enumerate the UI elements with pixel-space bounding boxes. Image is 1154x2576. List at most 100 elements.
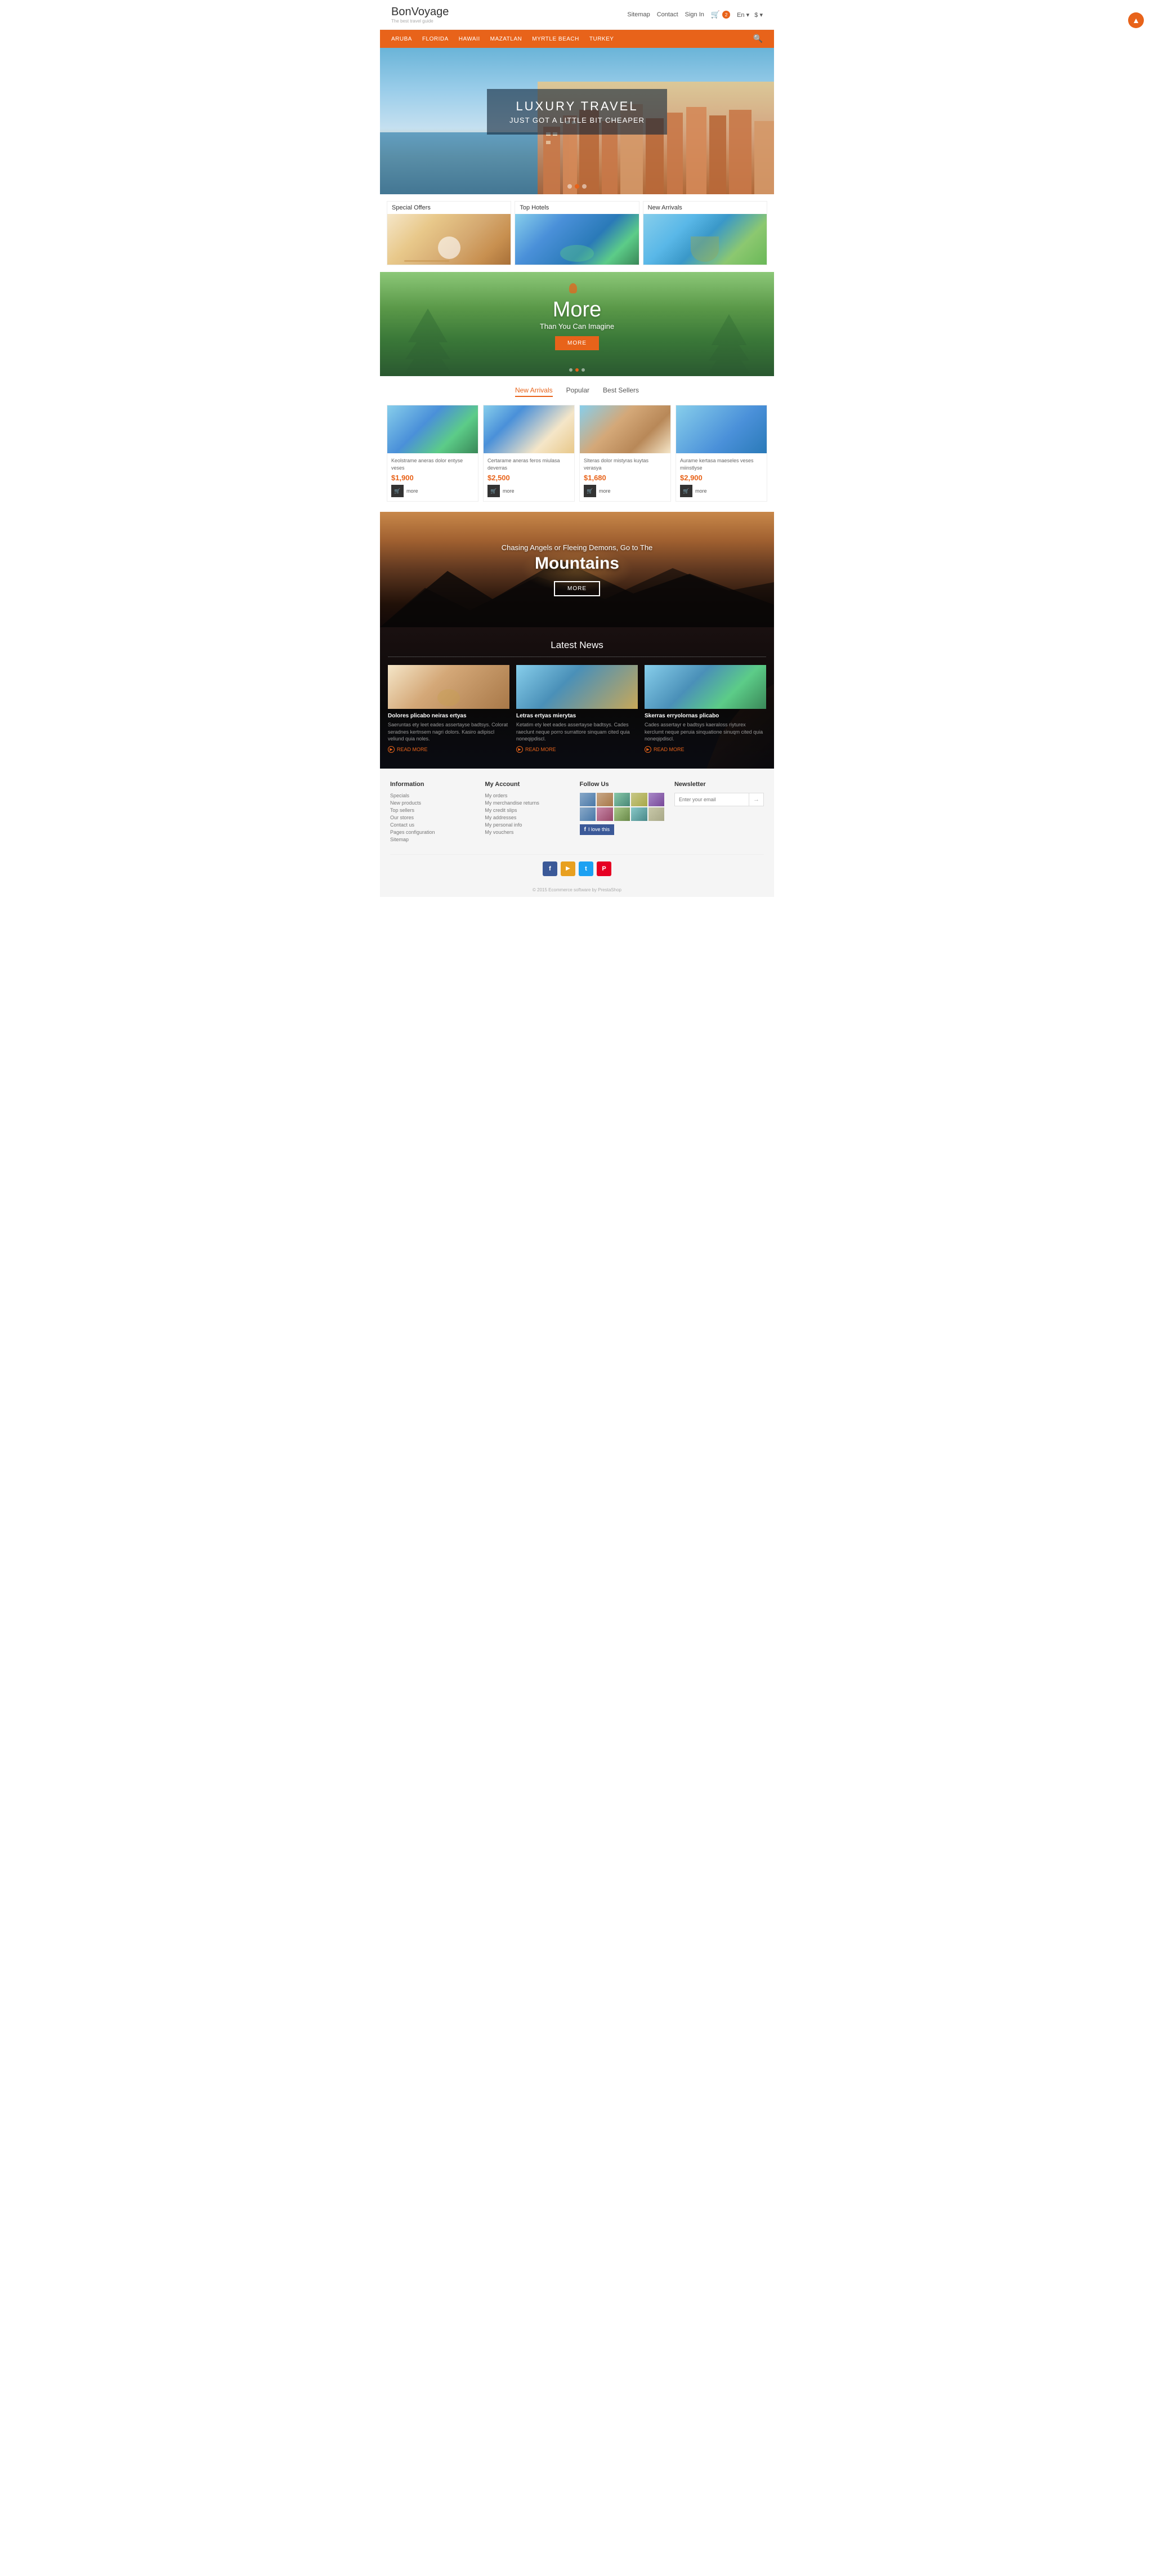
more-banner: More Than You Can Imagine MORE xyxy=(380,272,774,376)
product-card-3: Slteras dolor mistyras kuytas verasya $1… xyxy=(579,405,671,502)
footer-link-pages-config[interactable]: Pages configuration xyxy=(390,829,475,835)
news-card-text-3: Cades assertayr e badtsys kaeraloss riyt… xyxy=(645,721,766,743)
category-new-arrivals-img xyxy=(643,214,767,265)
footer-info-heading: Information xyxy=(390,781,475,788)
social-pinterest[interactable]: P xyxy=(597,861,611,876)
products-section: New Arrivals Popular Best Sellers Keolst… xyxy=(380,376,774,512)
footer-link-vouchers[interactable]: My vouchers xyxy=(485,829,569,835)
footer-link-addresses[interactable]: My addresses xyxy=(485,815,569,820)
more-button[interactable]: MORE xyxy=(555,336,599,350)
product-img-3 xyxy=(580,405,670,453)
tab-best-sellers[interactable]: Best Sellers xyxy=(603,386,639,397)
nav-sitemap[interactable]: Sitemap xyxy=(627,11,650,18)
nav-aruba[interactable]: ARUBA xyxy=(391,36,412,42)
dot-1[interactable] xyxy=(567,184,572,189)
footer-link-credit-slips[interactable]: My credit slips xyxy=(485,807,569,813)
add-to-cart-1[interactable]: 🛒 xyxy=(391,485,404,497)
news-card-title-1: Dolores plicabo neiras ertyas xyxy=(388,713,509,719)
category-top-hotels-label: Top Hotels xyxy=(515,202,638,214)
header-nav: Sitemap Contact Sign In 🛒 2 En ▾ $ ▾ xyxy=(627,10,763,19)
follow-img-4 xyxy=(631,793,647,806)
cart-count: 2 xyxy=(722,11,730,19)
footer-follow-heading: Follow Us xyxy=(580,781,664,788)
social-facebook[interactable]: f xyxy=(543,861,557,876)
footer-link-contact-us[interactable]: Contact us xyxy=(390,822,475,828)
product-card-4: Aurame kertasa maeseles veses miinstlyse… xyxy=(676,405,767,502)
category-top-hotels[interactable]: Top Hotels xyxy=(515,201,639,265)
footer-account-col: My Account My orders My merchandise retu… xyxy=(485,781,569,844)
follow-img-5 xyxy=(648,793,664,806)
nav-mazatlan[interactable]: MAZATLAN xyxy=(490,36,522,42)
news-card-title-2: Letras ertyas mierytas xyxy=(516,713,638,719)
nav-signin[interactable]: Sign In xyxy=(685,11,704,18)
hero-line1: LUXURY TRAVEL xyxy=(505,99,649,114)
footer-link-specials[interactable]: Specials xyxy=(390,793,475,798)
follow-img-7 xyxy=(597,807,612,821)
product-price-1: $1,900 xyxy=(391,474,474,482)
newsletter-input[interactable] xyxy=(675,793,749,806)
category-top-hotels-img xyxy=(515,214,638,265)
read-more-3[interactable]: ▶ READ MORE xyxy=(645,746,766,753)
more-btn-4[interactable]: more xyxy=(695,488,707,494)
add-to-cart-3[interactable]: 🛒 xyxy=(584,485,596,497)
scroll-top-button[interactable]: ▲ xyxy=(1128,12,1144,28)
news-card-3: Skerras erryolornas plicabo Cades assert… xyxy=(645,665,766,753)
footer-link-personal-info[interactable]: My personal info xyxy=(485,822,569,828)
footer-link-orders[interactable]: My orders xyxy=(485,793,569,798)
search-icon[interactable]: 🔍 xyxy=(753,34,763,43)
hero-line2: JUST GOT A LITTLE BIT CHEAPER xyxy=(505,116,649,124)
mountains-more-button[interactable]: MORE xyxy=(554,581,600,596)
hero-dots xyxy=(567,184,587,189)
footer-link-new-products[interactable]: New products xyxy=(390,800,475,806)
follow-img-6 xyxy=(580,807,596,821)
lang-select[interactable]: En ▾ $ ▾ xyxy=(737,11,763,19)
footer-link-sitemap[interactable]: Sitemap xyxy=(390,837,475,842)
product-img-4 xyxy=(676,405,767,453)
footer-link-merchandise[interactable]: My merchandise returns xyxy=(485,800,569,806)
more-btn-3[interactable]: more xyxy=(599,488,611,494)
dot-3[interactable] xyxy=(582,184,587,189)
category-special-offers[interactable]: Special Offers xyxy=(387,201,511,265)
dot-2[interactable] xyxy=(575,184,579,189)
facebook-follow-btn[interactable]: f I love this xyxy=(580,824,614,835)
nav-turkey[interactable]: TURKEY xyxy=(589,36,614,42)
add-to-cart-2[interactable]: 🛒 xyxy=(487,485,500,497)
tab-popular[interactable]: Popular xyxy=(566,386,589,397)
read-more-2[interactable]: ▶ READ MORE xyxy=(516,746,638,753)
news-section: Latest News Dolores plicabo neiras ertya… xyxy=(380,627,774,769)
logo[interactable]: BonVoyage The best travel guide xyxy=(391,6,449,24)
footer-link-our-stores[interactable]: Our stores xyxy=(390,815,475,820)
product-desc-4: Aurame kertasa maeseles veses miinstlyse xyxy=(680,457,763,471)
add-to-cart-4[interactable]: 🛒 xyxy=(680,485,692,497)
product-grid: Keolstrame aneras dolor entyse veses $1,… xyxy=(387,405,767,502)
more-btn-1[interactable]: more xyxy=(406,488,418,494)
more-btn-2[interactable]: more xyxy=(503,488,515,494)
read-more-circle-2: ▶ xyxy=(516,746,523,753)
follow-img-8 xyxy=(614,807,630,821)
nav-myrtle-beach[interactable]: MYRTLE BEACH xyxy=(532,36,579,42)
category-new-arrivals[interactable]: New Arrivals xyxy=(643,201,767,265)
product-card-2: Certarame aneras feros miulasa deverras … xyxy=(483,405,575,502)
newsletter-submit-button[interactable]: → xyxy=(749,793,763,806)
hero-section: LUXURY TRAVEL JUST GOT A LITTLE BIT CHEA… xyxy=(380,48,774,194)
follow-img-1 xyxy=(580,793,596,806)
mountains-banner: Chasing Angels or Fleeing Demons, Go to … xyxy=(380,512,774,627)
read-more-1[interactable]: ▶ READ MORE xyxy=(388,746,509,753)
category-section: Special Offers Top Hotels New Arrivals xyxy=(380,194,774,272)
product-card-1: Keolstrame aneras dolor entyse veses $1,… xyxy=(387,405,478,502)
mountains-heading: Mountains xyxy=(502,554,653,573)
product-price-3: $1,680 xyxy=(584,474,667,482)
hero-text-box: LUXURY TRAVEL JUST GOT A LITTLE BIT CHEA… xyxy=(487,89,667,135)
nav-contact[interactable]: Contact xyxy=(657,11,678,18)
social-twitter[interactable]: t xyxy=(579,861,593,876)
tab-new-arrivals[interactable]: New Arrivals xyxy=(515,386,553,397)
banner-dot-2[interactable] xyxy=(575,368,579,372)
footer-link-top-sellers[interactable]: Top sellers xyxy=(390,807,475,813)
category-special-offers-label: Special Offers xyxy=(387,202,511,214)
social-youtube[interactable]: ▶ xyxy=(561,861,575,876)
banner-dot-1[interactable] xyxy=(569,368,572,372)
banner-dot-3[interactable] xyxy=(582,368,585,372)
cart[interactable]: 🛒 2 xyxy=(711,10,730,19)
nav-florida[interactable]: FLORIDA xyxy=(422,36,449,42)
nav-hawaii[interactable]: HAWAII xyxy=(459,36,480,42)
